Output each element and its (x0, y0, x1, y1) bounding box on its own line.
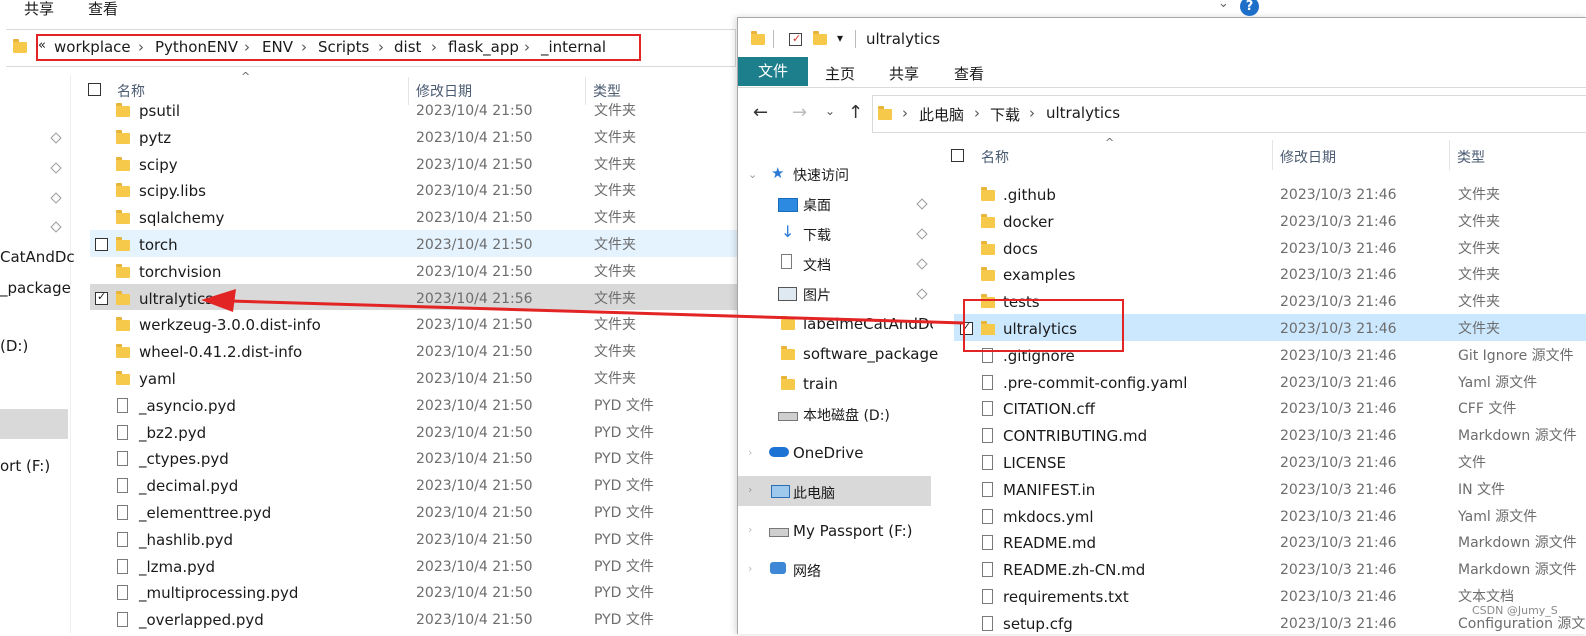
annotation-arrow-head (201, 289, 236, 312)
watermark: CSDN @Jumy_S (1472, 604, 1558, 617)
annotation-arrow (201, 289, 965, 325)
annotation-arrow-line (229, 299, 965, 325)
